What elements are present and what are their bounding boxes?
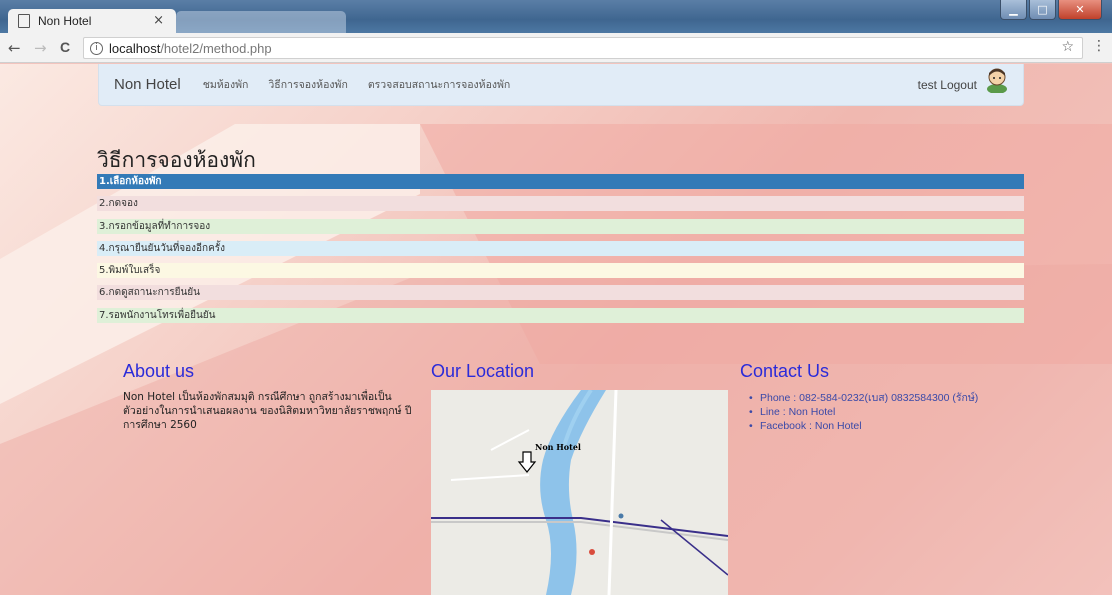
booking-step-5: 5.พิมพ์ใบเสร็จ [97, 263, 1024, 279]
booking-step-3: 3.กรอกข้อมูลที่ทำการจอง [97, 218, 1024, 234]
close-tab-icon[interactable]: × [153, 13, 164, 28]
map-marker-label: Non Hotel [535, 442, 581, 452]
contact-heading: Contact Us [740, 361, 830, 381]
browser-menu-icon[interactable]: ⋮ [1092, 38, 1106, 54]
page-content: Non Hotel ชมห้องพัก วิธีการจองห้องพัก ตร… [0, 64, 1112, 595]
site-navbar: Non Hotel ชมห้องพัก วิธีการจองห้องพัก ตร… [98, 64, 1024, 106]
nav-check-status[interactable]: ตรวจสอบสถานะการจองห้องพัก [368, 76, 510, 93]
contact-facebook: Facebook : Non Hotel [749, 419, 978, 433]
url-input[interactable]: i localhost/hotel2/method.php ☆ [83, 37, 1083, 59]
nav-booking-method[interactable]: วิธีการจองห้องพัก [268, 76, 347, 93]
forward-icon[interactable]: → [34, 39, 47, 57]
url-path: /hotel2/method.php [160, 40, 272, 56]
nav-view-rooms[interactable]: ชมห้องพัก [203, 76, 249, 93]
close-window-button[interactable]: ✕ [1058, 0, 1102, 20]
tab-title: Non Hotel [38, 14, 92, 28]
browser-tab[interactable]: Non Hotel × [8, 9, 176, 33]
window-controls: ▁ □ ✕ [1000, 0, 1102, 20]
location-heading: Our Location [431, 361, 535, 381]
reload-icon[interactable]: C [60, 39, 70, 55]
contact-line: Line : Non Hotel [749, 405, 978, 419]
brand-link[interactable]: Non Hotel [114, 76, 181, 93]
booking-step-7: 7.รอพนักงานโทรเพื่อยืนยัน [97, 307, 1024, 323]
back-icon[interactable]: ← [8, 39, 21, 57]
address-bar: ← → C i localhost/hotel2/method.php ☆ ⋮ [0, 33, 1112, 63]
logout-link[interactable]: test Logout [918, 78, 977, 92]
booking-step-6: 6.กดดูสถานะการยืนยัน [97, 285, 1024, 301]
new-tab-button[interactable] [176, 11, 346, 33]
about-heading: About us [123, 361, 195, 381]
info-icon[interactable]: i [90, 41, 103, 55]
contact-phone: Phone : 082-584-0232(เบส) 0832584300 (รั… [749, 391, 978, 405]
about-text: Non Hotel เป็นห้องพักสมมุติ กรณีศึกษา ถู… [123, 391, 412, 431]
page-title: วิธีการจองห้องพัก [97, 148, 256, 172]
minimize-button[interactable]: ▁ [1000, 0, 1027, 20]
user-avatar-icon[interactable] [985, 67, 1009, 93]
booking-step-1: 1.เลือกห้องพัก [97, 174, 1024, 189]
booking-step-2: 2.กดจอง [97, 196, 1024, 212]
document-icon [18, 14, 30, 28]
location-map[interactable]: Non Hotel [431, 390, 728, 595]
browser-titlebar: Non Hotel × ▁ □ ✕ [0, 0, 1112, 33]
booking-steps-list: 1.เลือกห้องพัก 2.กดจอง 3.กรอกข้อมูลที่ทำกา… [97, 174, 1024, 330]
url-host: localhost [109, 40, 161, 56]
booking-step-4: 4.กรุณายืนยันวันที่จองอีกครั้ง [97, 240, 1024, 256]
contact-list: Phone : 082-584-0232(เบส) 0832584300 (รั… [749, 391, 978, 433]
maximize-button[interactable]: □ [1029, 0, 1056, 20]
bookmark-star-icon[interactable]: ☆ [1061, 39, 1074, 55]
